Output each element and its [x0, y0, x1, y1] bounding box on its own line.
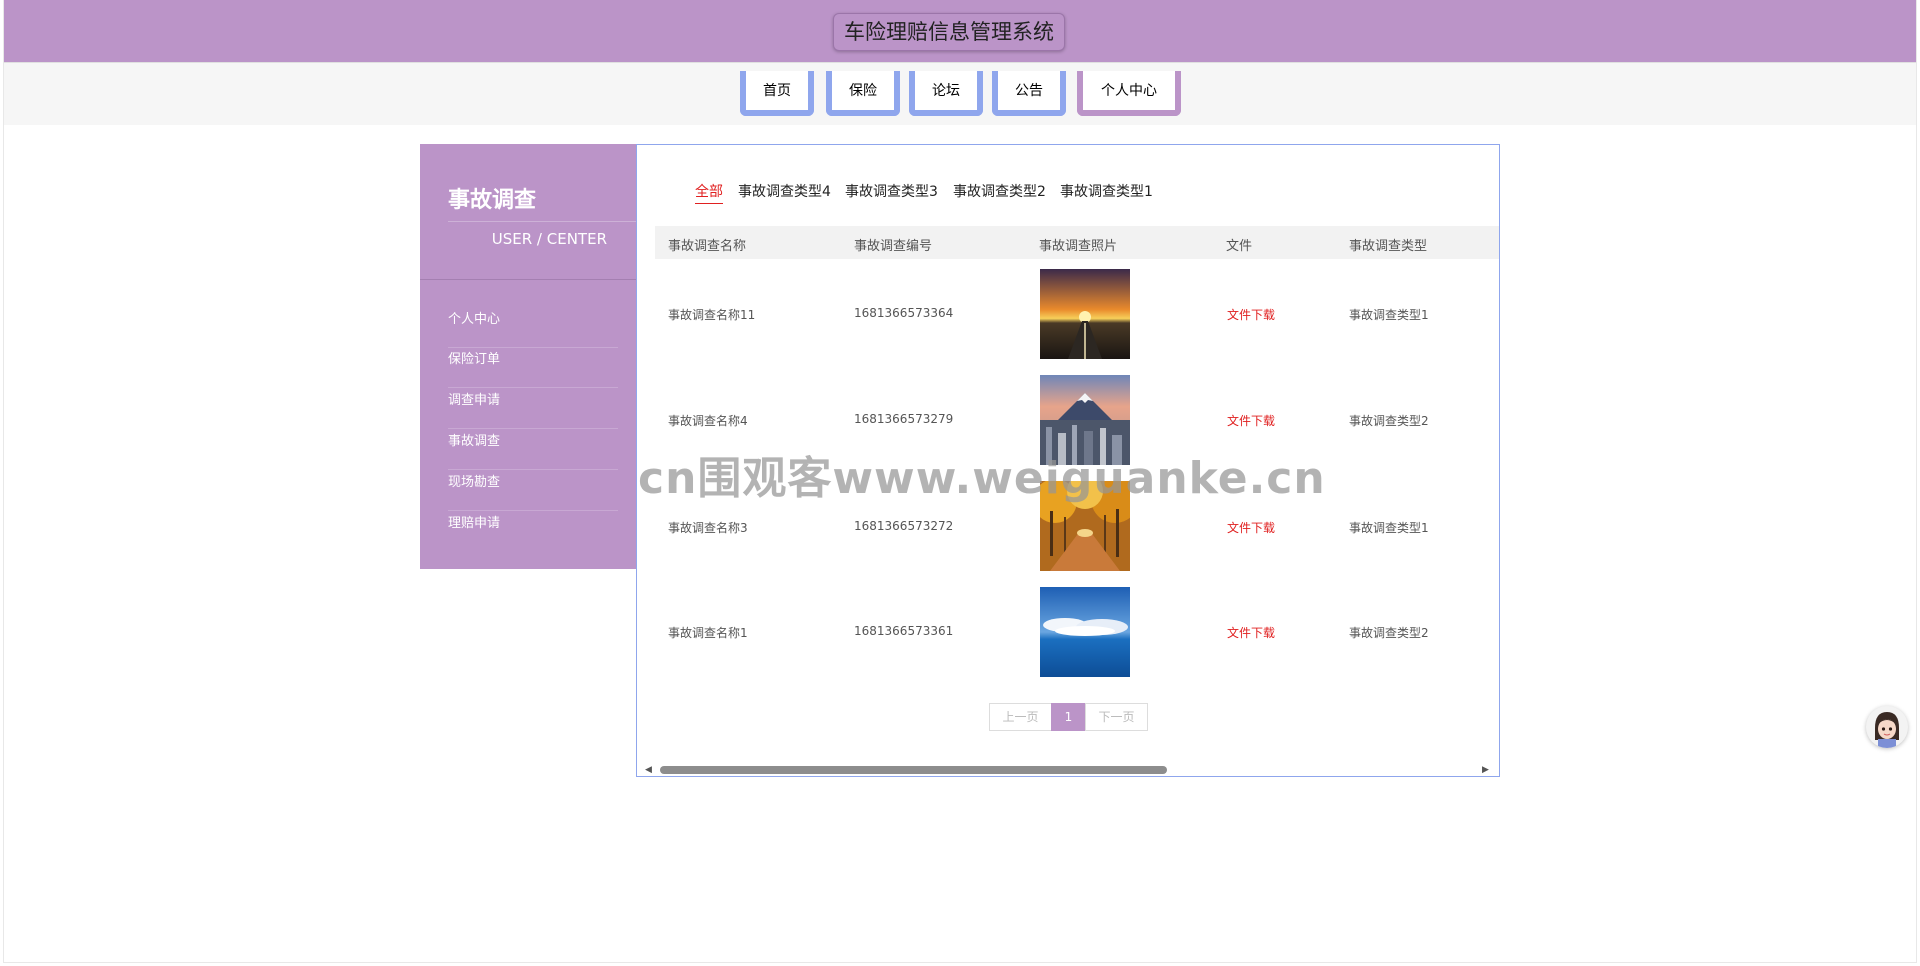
sidebar-item-accident-survey[interactable]: 事故调查	[448, 430, 618, 470]
sidebar: 事故调查 USER / CENTER 个人中心 保险订单 调查申请 事故调查 现…	[420, 144, 637, 569]
tab-type-3[interactable]: 事故调查类型3	[845, 181, 938, 201]
column-header-type: 事故调查类型	[1349, 239, 1428, 254]
prev-page-button[interactable]: 上一页	[989, 703, 1052, 731]
scroll-right-icon[interactable]: ▶	[1482, 765, 1489, 775]
column-header-file: 文件	[1226, 239, 1253, 254]
row-type: 事故调查类型1	[1349, 308, 1429, 322]
horizontal-scrollbar[interactable]: ◀ ▶	[637, 762, 1499, 776]
nav-item-forum[interactable]: 论坛	[909, 71, 983, 116]
row-type: 事故调查类型2	[1349, 626, 1429, 640]
nav-item-user-center[interactable]: 个人中心	[1077, 71, 1181, 116]
table-header: 事故调查名称 事故调查编号 事故调查照片 文件 事故调查类型	[655, 226, 1499, 259]
tab-type-2[interactable]: 事故调查类型2	[953, 181, 1046, 201]
content-panel: 全部 事故调查类型4 事故调查类型3 事故调查类型2 事故调查类型1 事故调查名…	[636, 144, 1500, 777]
row-name: 事故调查名称11	[668, 308, 756, 322]
row-code: 1681366573279	[854, 412, 954, 426]
row-code: 1681366573364	[854, 306, 954, 320]
photo-sky-sea[interactable]	[1040, 587, 1130, 677]
scrollbar-thumb[interactable]	[660, 766, 1167, 774]
sidebar-item-claim-application[interactable]: 理赔申请	[448, 512, 618, 552]
download-link[interactable]: 文件下载	[1227, 412, 1275, 429]
row-name: 事故调查名称1	[668, 626, 748, 640]
tab-all[interactable]: 全部	[695, 181, 723, 204]
assistant-avatar-icon[interactable]	[1866, 706, 1908, 748]
sidebar-item-site-inspection[interactable]: 现场勘查	[448, 471, 618, 511]
row-name: 事故调查名称3	[668, 521, 748, 535]
download-link[interactable]: 文件下载	[1227, 306, 1275, 323]
scroll-left-icon[interactable]: ◀	[645, 765, 652, 775]
sidebar-title: 事故调查	[448, 188, 537, 213]
nav-item-home[interactable]: 首页	[740, 71, 814, 116]
column-header-name: 事故调查名称	[668, 239, 747, 254]
row-name: 事故调查名称4	[668, 414, 748, 428]
next-page-button[interactable]: 下一页	[1085, 703, 1148, 731]
download-link[interactable]: 文件下载	[1227, 624, 1275, 641]
photo-autumn-trees[interactable]	[1040, 481, 1130, 571]
nav-item-insurance[interactable]: 保险	[826, 71, 900, 116]
page-1-button[interactable]: 1	[1051, 703, 1086, 731]
photo-mountain-city[interactable]	[1040, 375, 1130, 465]
photo-sunset-road[interactable]	[1040, 269, 1130, 359]
sidebar-item-user-center[interactable]: 个人中心	[448, 308, 618, 348]
row-code: 1681366573272	[854, 519, 954, 533]
tab-type-4[interactable]: 事故调查类型4	[738, 181, 831, 201]
download-link[interactable]: 文件下载	[1227, 519, 1275, 536]
row-type: 事故调查类型1	[1349, 521, 1429, 535]
column-header-photo: 事故调查照片	[1039, 239, 1118, 254]
tab-type-1[interactable]: 事故调查类型1	[1060, 181, 1153, 201]
sidebar-item-insurance-orders[interactable]: 保险订单	[448, 348, 618, 388]
row-type: 事故调查类型2	[1349, 414, 1429, 428]
page-title: 车险理赔信息管理系统	[833, 13, 1065, 51]
column-header-code: 事故调查编号	[854, 239, 933, 254]
nav-item-notice[interactable]: 公告	[992, 71, 1066, 116]
row-code: 1681366573361	[854, 624, 954, 638]
sidebar-divider	[420, 279, 637, 280]
sidebar-item-survey-application[interactable]: 调查申请	[448, 389, 618, 429]
sidebar-subtitle: USER / CENTER	[448, 221, 637, 248]
